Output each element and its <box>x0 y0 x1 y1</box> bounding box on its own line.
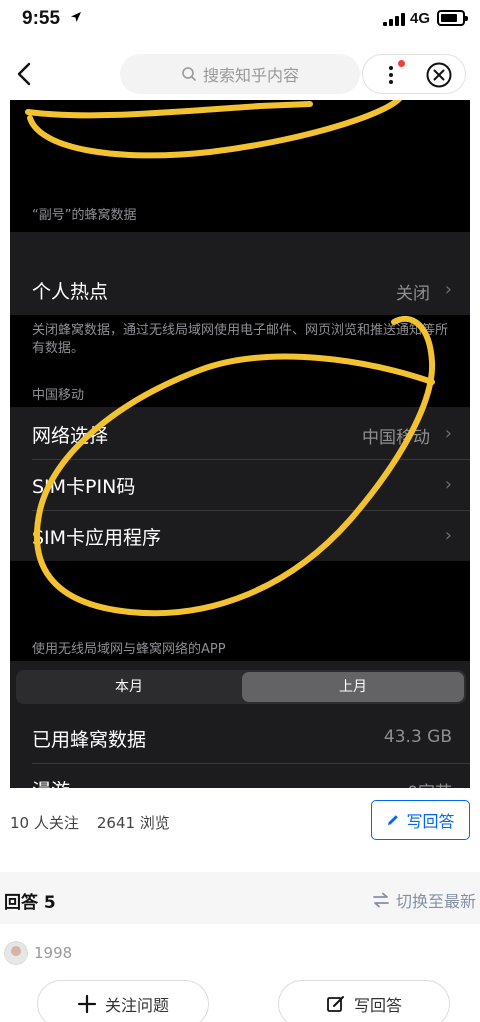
battery-icon <box>437 10 468 26</box>
edit-icon <box>327 996 344 1012</box>
hotspot-row: 个人热点 关闭 › <box>10 265 470 315</box>
search-placeholder: 搜索知乎内容 <box>202 66 299 85</box>
network-selection-value: 中国移动 <box>362 428 430 448</box>
capsule-menu <box>362 54 466 94</box>
chevron-right-icon: › <box>444 279 452 300</box>
signal-strength-icon <box>383 12 405 26</box>
segment-last-month: 上月 <box>242 672 464 702</box>
close-circle-icon[interactable] <box>425 61 453 89</box>
bottom-write-answer-label: 写回答 <box>353 996 402 1015</box>
hotspot-value: 关闭 <box>396 284 430 304</box>
follow-question-button[interactable]: 关注问题 <box>37 980 209 1022</box>
chevron-right-icon: › <box>444 474 452 495</box>
hotspot-label: 个人热点 <box>32 281 109 303</box>
sort-switch[interactable]: 切换至最新 <box>372 888 476 912</box>
followers-count: 10 人关注 <box>10 814 79 832</box>
write-answer-label: 写回答 <box>406 812 455 831</box>
chevron-right-icon: › <box>444 423 452 444</box>
author-name: 1998 <box>34 944 73 962</box>
answer-author[interactable]: 1998 <box>4 940 72 966</box>
usage-label: 已用蜂窝数据 <box>32 729 147 751</box>
top-navigation: 搜索知乎内容 <box>0 48 480 100</box>
sim-apps-label: SIM卡应用程序 <box>32 527 162 549</box>
roaming-value: 0字节 <box>407 778 452 788</box>
search-icon <box>182 67 196 81</box>
usage-row: 已用蜂窝数据 43.3 GB <box>10 713 470 763</box>
bottom-action-bar: 关注问题 写回答 <box>0 972 480 1022</box>
follow-question-label: 关注问题 <box>104 996 169 1015</box>
roaming-row: 漫游 0字节 <box>10 764 470 788</box>
usage-value: 43.3 GB <box>383 727 452 747</box>
search-box[interactable]: 搜索知乎内容 <box>120 54 360 94</box>
network-selection-label: 网络选择 <box>32 425 109 447</box>
sim-apps-row: SIM卡应用程序 › <box>10 511 470 561</box>
sort-switch-label: 切换至最新 <box>395 892 476 911</box>
network-type: 4G <box>410 10 431 27</box>
chevron-right-icon: › <box>444 525 452 546</box>
carrier-header: 中国移动 <box>32 388 85 403</box>
segment-this-month: 本月 <box>115 679 143 695</box>
back-arrow-icon[interactable] <box>10 58 40 90</box>
status-time: 9:55 <box>22 8 61 29</box>
secondary-data-label: “副号”的蜂窝数据 <box>32 208 137 223</box>
swap-icon <box>373 892 389 908</box>
network-selection-row: 网络选择 中国移动 › <box>10 409 470 459</box>
roaming-label: 漫游 <box>32 776 70 788</box>
question-stats: 10 人关注 2641 浏览 <box>10 812 170 833</box>
answers-count-title: 回答 5 <box>4 893 56 913</box>
period-segmented-control: 本月 上月 <box>16 670 466 704</box>
plus-icon <box>77 994 97 1014</box>
notification-dot <box>398 60 405 67</box>
avatar <box>4 941 28 965</box>
apps-header: 使用无线局域网与蜂窝网络的APP <box>32 642 226 657</box>
write-answer-button[interactable]: 写回答 <box>371 800 470 840</box>
pencil-icon <box>388 815 399 825</box>
bottom-write-answer-button[interactable]: 写回答 <box>278 980 450 1022</box>
status-bar: 9:55 4G <box>0 0 480 40</box>
views-count: 2641 浏览 <box>96 814 170 832</box>
location-arrow-icon <box>71 12 81 22</box>
sim-pin-row: SIM卡PIN码 › <box>10 460 470 510</box>
question-image[interactable]: “副号”的蜂窝数据 个人热点 关闭 › 关闭蜂窝数据，通过无线局域网使用电子邮件… <box>10 100 470 788</box>
hotspot-hint: 关闭蜂窝数据，通过无线局域网使用电子邮件、网页浏览和推送通知等所有数据。 <box>32 323 449 356</box>
sim-pin-label: SIM卡PIN码 <box>32 476 136 498</box>
